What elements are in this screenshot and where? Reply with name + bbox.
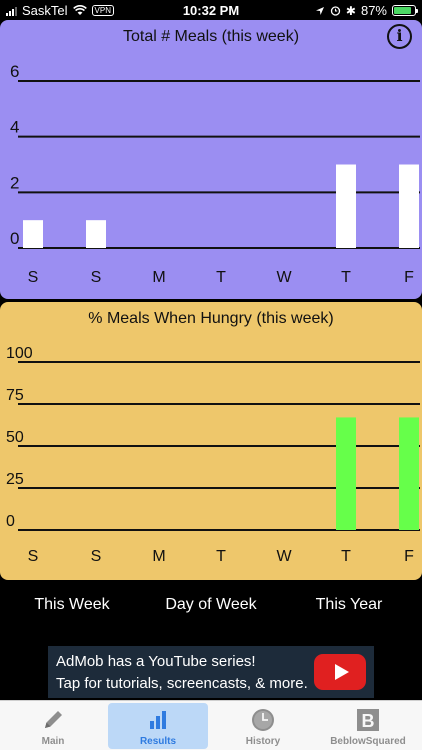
meals-x-tick-label: M (152, 269, 165, 286)
b-logo-icon: B (357, 709, 379, 731)
ad-subtext: Tap for tutorials, screencasts, & more. (56, 675, 308, 692)
meals-y-tick-label: 0 (10, 229, 19, 248)
total-meals-panel: Total # Meals (this week) i 6420SSMTWTF (0, 20, 422, 299)
tab-main[interactable]: Main (3, 703, 103, 749)
total-meals-chart: 6 4 2 0 S S M T W T F (10, 62, 420, 286)
tab-beblowsquared[interactable]: B BeblowSquared (318, 703, 418, 749)
status-bar: SaskTel VPN 10:32 PM ✱ 87% (0, 0, 422, 22)
meals-x-tick-label: F (404, 269, 414, 286)
bar-chart-icon (150, 711, 166, 729)
tab-history[interactable]: History (213, 703, 313, 749)
hungry-x-tick-label: S (28, 548, 39, 565)
meals-bar (336, 164, 356, 248)
meals-y-tick-label: 2 (10, 173, 19, 192)
meals-x-tick-label: S (91, 269, 102, 286)
hungry-y-tick-label: 50 (6, 429, 24, 446)
clock-icon (252, 709, 274, 731)
hungry-y-tick-label: 75 (6, 387, 24, 404)
svg-text:B: B (362, 711, 375, 731)
alarm-clock-icon (330, 6, 341, 16)
hungry-x-tick-label: F (404, 548, 414, 565)
tab-beblowsquared-label: BeblowSquared (330, 736, 406, 747)
battery-icon (392, 5, 418, 16)
tab-results[interactable]: Results (108, 703, 208, 749)
admob-banner-ad[interactable]: AdMob has a YouTube series! Tap for tuto… (48, 646, 374, 698)
tab-main-label: Main (41, 736, 65, 747)
meals-bar (399, 164, 419, 248)
meals-x-tick-label: S (28, 269, 39, 286)
ad-headline: AdMob has a YouTube series! (56, 653, 256, 670)
segment-this-year[interactable]: This Year (298, 596, 400, 614)
meals-when-hungry-chart: 100 75 50 25 0 S S M T W T F (6, 345, 420, 565)
location-arrow-icon (315, 6, 324, 15)
youtube-play-icon (314, 654, 366, 690)
meals-y-tick-label: 6 (10, 62, 19, 81)
hungry-y-tick-label: 25 (6, 471, 24, 488)
battery-percent: 87% (360, 3, 387, 18)
hungry-x-tick-label: T (341, 548, 351, 565)
meals-x-tick-label: T (341, 269, 351, 286)
tab-results-label: Results (139, 736, 177, 747)
tab-bar: Main Results History B BeblowSquared (0, 700, 422, 750)
meals-when-hungry-panel: % Meals When Hungry (this week) 100 75 50 2… (0, 302, 422, 580)
hungry-x-tick-label: W (276, 548, 292, 565)
meals-y-tick-label: 4 (10, 118, 19, 137)
meals-bar (86, 220, 106, 248)
hungry-x-tick-label: S (91, 548, 102, 565)
pencil-icon (45, 711, 62, 728)
hungry-y-tick-label: 0 (6, 513, 15, 530)
meals-bar (23, 220, 43, 248)
segment-day-of-week[interactable]: Day of Week (150, 596, 272, 614)
meals-x-tick-label: W (276, 269, 292, 286)
hungry-x-tick-label: M (152, 548, 165, 565)
time-range-selector: This Week Day of Week This Year (0, 596, 422, 624)
hungry-bar (336, 417, 356, 530)
tab-history-label: History (245, 736, 281, 747)
hungry-bar (399, 417, 419, 530)
hungry-y-tick-label: 100 (6, 345, 33, 362)
segment-this-week[interactable]: This Week (18, 596, 126, 614)
meals-x-tick-label: T (216, 269, 226, 286)
bluetooth-icon: ✱ (345, 3, 356, 18)
hungry-x-tick-label: T (216, 548, 226, 565)
